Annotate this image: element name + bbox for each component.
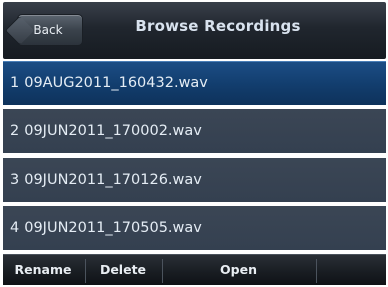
page-title: Browse Recordings bbox=[135, 17, 301, 35]
recording-filename: 09AUG2011_160432.wav bbox=[24, 75, 208, 91]
recording-filename: 09JUN2011_170002.wav bbox=[24, 123, 202, 139]
recording-item[interactable]: 4 09JUN2011_170505.wav bbox=[3, 206, 386, 250]
delete-softkey[interactable]: Delete bbox=[87, 255, 159, 285]
recording-filename: 09JUN2011_170505.wav bbox=[24, 220, 202, 236]
recording-index: 4 bbox=[10, 220, 20, 236]
recording-item[interactable]: 1 09AUG2011_160432.wav bbox=[3, 61, 386, 105]
softkey-divider bbox=[85, 259, 86, 283]
back-arrow-icon bbox=[4, 15, 35, 46]
recordings-screen: Back Browse Recordings 1 09AUG2011_160432… bbox=[0, 0, 388, 287]
recording-filename: 09JUN2011_170126.wav bbox=[24, 172, 202, 188]
back-button-label: Back bbox=[33, 23, 63, 37]
back-button[interactable]: Back bbox=[4, 14, 83, 46]
title-bar: Back Browse Recordings bbox=[3, 2, 386, 59]
recording-item[interactable]: 3 09JUN2011_170126.wav bbox=[3, 158, 386, 202]
open-softkey[interactable]: Open bbox=[163, 255, 314, 285]
recording-index: 3 bbox=[10, 172, 20, 188]
softkey-bar: Rename Delete Open bbox=[3, 254, 386, 285]
recording-index: 1 bbox=[10, 75, 20, 91]
recording-item[interactable]: 2 09JUN2011_170002.wav bbox=[3, 109, 386, 153]
empty-softkey[interactable] bbox=[317, 255, 386, 285]
rename-softkey[interactable]: Rename bbox=[3, 255, 83, 285]
recording-index: 2 bbox=[10, 123, 20, 139]
